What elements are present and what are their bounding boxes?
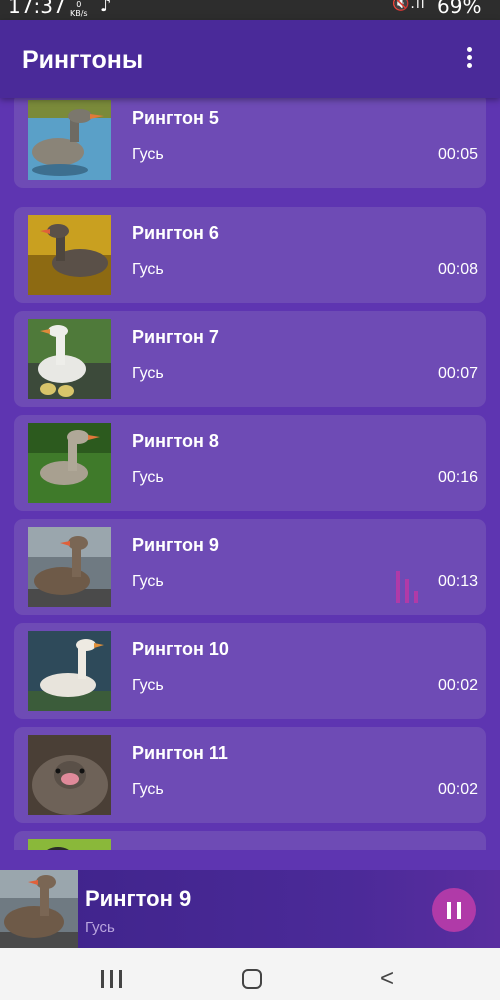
ringtone-item[interactable]: Рингтон 10 Гусь 00:02 (14, 623, 486, 719)
ringtone-item-partial[interactable] (14, 831, 486, 850)
ringtone-artist: Гусь (132, 261, 164, 278)
ringtone-artist: Гусь (132, 781, 164, 798)
app-bar: Рингтоны (0, 20, 500, 98)
battery-level: 69% (437, 0, 482, 18)
ringtone-duration: 00:16 (437, 469, 478, 486)
now-playing-thumbnail (0, 870, 78, 948)
ringtone-item[interactable]: Рингтон 7 Гусь 00:07 (14, 311, 486, 407)
ringtone-title: Рингтон 11 (132, 743, 228, 763)
ringtone-item[interactable]: Рингтон 11 Гусь 00:02 (14, 727, 486, 823)
system-nav-bar: < (0, 948, 500, 1000)
net-speed-value: 0 (76, 0, 82, 9)
ringtone-duration: 00:02 (437, 781, 478, 798)
goose-thumbnail (28, 631, 111, 711)
goose-thumbnail (28, 100, 111, 180)
ringtone-item[interactable]: Рингтон 8 Гусь 00:16 (14, 415, 486, 511)
ringtone-title: Рингтон 8 (132, 431, 219, 451)
goose-thumbnail (28, 527, 111, 607)
back-icon[interactable]: < (380, 965, 394, 993)
page-title: Рингтоны (22, 46, 144, 74)
goose-thumbnail (28, 735, 111, 815)
ringtone-title: Рингтон 6 (132, 223, 219, 243)
net-speed-unit: KB/s (70, 9, 88, 18)
ringtone-title: Рингтон 9 (132, 535, 219, 555)
ringtone-duration: 00:08 (437, 261, 478, 278)
status-bar: 17:37 0 KB/s ♪ 🔇.ıl 69% (0, 0, 500, 20)
ringtone-title: Рингтон 10 (132, 639, 229, 659)
goose-thumbnail (28, 319, 111, 399)
equalizer-icon (394, 569, 424, 603)
recent-apps-icon[interactable] (101, 970, 123, 988)
goose-thumbnail (28, 215, 111, 295)
now-playing-bar[interactable]: Рингтон 9 Гусь (0, 870, 500, 948)
ringtone-duration: 00:07 (437, 365, 478, 382)
ringtone-title: Рингтон 7 (132, 327, 219, 347)
goose-thumbnail (28, 839, 111, 850)
ringtone-item[interactable]: Рингтон 5 Гусь 00:05 (14, 98, 486, 188)
ringtone-list[interactable]: Рингтон 5 Гусь 00:05 Рингтон 6 Гусь 00:0… (0, 98, 500, 850)
ringtone-artist: Гусь (132, 469, 164, 486)
ringtone-duration: 00:13 (437, 573, 478, 590)
ringtone-artist: Гусь (132, 365, 164, 382)
now-playing-artist: Гусь (85, 919, 115, 936)
net-speed-indicator: 0 KB/s (70, 0, 88, 18)
ringtone-item[interactable]: Рингтон 6 Гусь 00:08 (14, 207, 486, 303)
music-note-icon: ♪ (100, 0, 112, 16)
ringtone-title: Рингтон 5 (132, 108, 219, 128)
status-time: 17:37 (8, 0, 66, 18)
more-vert-icon[interactable] (460, 47, 478, 73)
home-icon[interactable] (242, 969, 262, 989)
ringtone-artist: Гусь (132, 146, 164, 163)
pause-button[interactable] (432, 888, 476, 932)
ringtone-artist: Гусь (132, 573, 164, 590)
goose-thumbnail (28, 423, 111, 503)
ringtone-artist: Гусь (132, 677, 164, 694)
ringtone-duration: 00:05 (437, 146, 478, 163)
ringtone-item[interactable]: Рингтон 9 Гусь 00:13 (14, 519, 486, 615)
signal-icon: 🔇.ıl (392, 0, 426, 12)
ringtone-duration: 00:02 (437, 677, 478, 694)
now-playing-title: Рингтон 9 (85, 886, 192, 911)
